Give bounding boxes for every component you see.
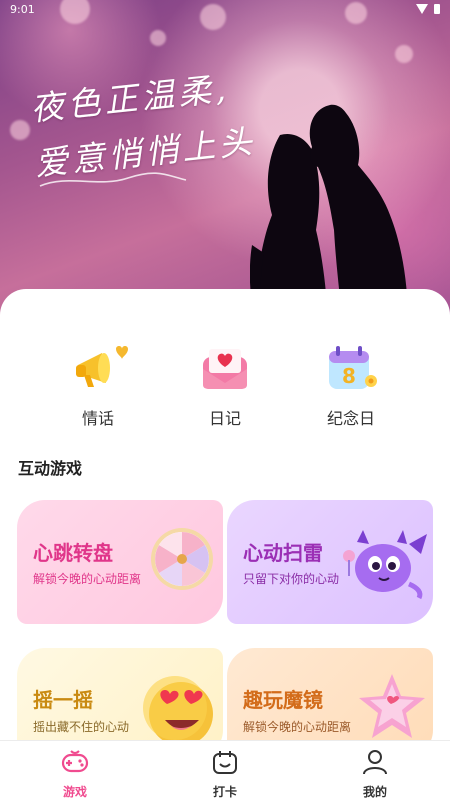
love-letter-icon xyxy=(195,341,255,397)
quick-action-diary[interactable]: 日记 xyxy=(180,341,270,429)
game-subtitle: 解锁今晚的心动距离 xyxy=(243,720,352,734)
status-time: 9:01 xyxy=(10,3,35,16)
star-mirror-icon xyxy=(359,674,425,738)
couple-silhouette xyxy=(250,104,408,320)
calendar-8-icon: 8 xyxy=(321,341,381,397)
content-card: 情话 日记 8 纪念日 互动游戏 心跳转盘 解锁今晚的心动距离 心动扫雷 只留下… xyxy=(0,289,450,758)
spin-wheel-icon xyxy=(151,528,213,590)
tab-checkin[interactable]: 打卡 xyxy=(185,749,265,800)
hero-banner: 9:01 夜色正温柔, 爱意悄悄上头 xyxy=(0,0,450,320)
game-subtitle: 摇出藏不住的心动 xyxy=(33,720,130,734)
bokeh-light xyxy=(395,45,413,63)
quick-action-label: 情话 xyxy=(81,409,114,428)
bokeh-light xyxy=(10,120,30,140)
tab-label: 打卡 xyxy=(212,785,237,799)
game-subtitle: 只留下对你的心动 xyxy=(243,572,340,586)
tab-label: 我的 xyxy=(362,785,387,799)
gamepad-icon xyxy=(61,750,89,773)
game-title: 心跳转盘 xyxy=(33,541,113,565)
profile-icon xyxy=(363,750,387,775)
checkin-icon xyxy=(213,751,237,774)
game-card-heart-minesweeper[interactable]: 心动扫雷 只留下对你的心动 xyxy=(227,500,433,624)
game-subtitle: 解锁今晚的心动距离 xyxy=(33,572,142,586)
battery-icon xyxy=(434,4,440,14)
svg-text:8: 8 xyxy=(342,364,356,388)
bottom-tab-bar: 游戏 打卡 我的 xyxy=(0,740,450,800)
tab-label: 游戏 xyxy=(62,785,87,799)
game-title: 心动扫雷 xyxy=(243,541,323,565)
bokeh-light xyxy=(150,30,166,46)
heart-eyes-emoji-icon xyxy=(143,676,213,746)
quick-action-love-words[interactable]: 情话 xyxy=(53,341,143,429)
quick-action-label: 日记 xyxy=(208,409,241,428)
megaphone-heart-icon xyxy=(68,341,128,397)
section-title-games: 互动游戏 xyxy=(18,459,83,478)
quick-action-label: 纪念日 xyxy=(326,409,375,428)
game-card-heartbeat-wheel[interactable]: 心跳转盘 解锁今晚的心动距离 xyxy=(17,500,223,624)
wifi-icon xyxy=(416,4,428,14)
game-title: 摇一摇 xyxy=(33,688,93,712)
quick-action-anniversary[interactable]: 8 纪念日 xyxy=(306,341,396,429)
purple-monster-icon xyxy=(343,530,427,600)
tab-games[interactable]: 游戏 xyxy=(35,749,115,800)
game-title: 趣玩魔镜 xyxy=(243,688,323,712)
tab-profile[interactable]: 我的 xyxy=(335,749,415,800)
status-bar: 9:01 xyxy=(10,3,440,17)
scribble-decoration xyxy=(39,172,187,187)
